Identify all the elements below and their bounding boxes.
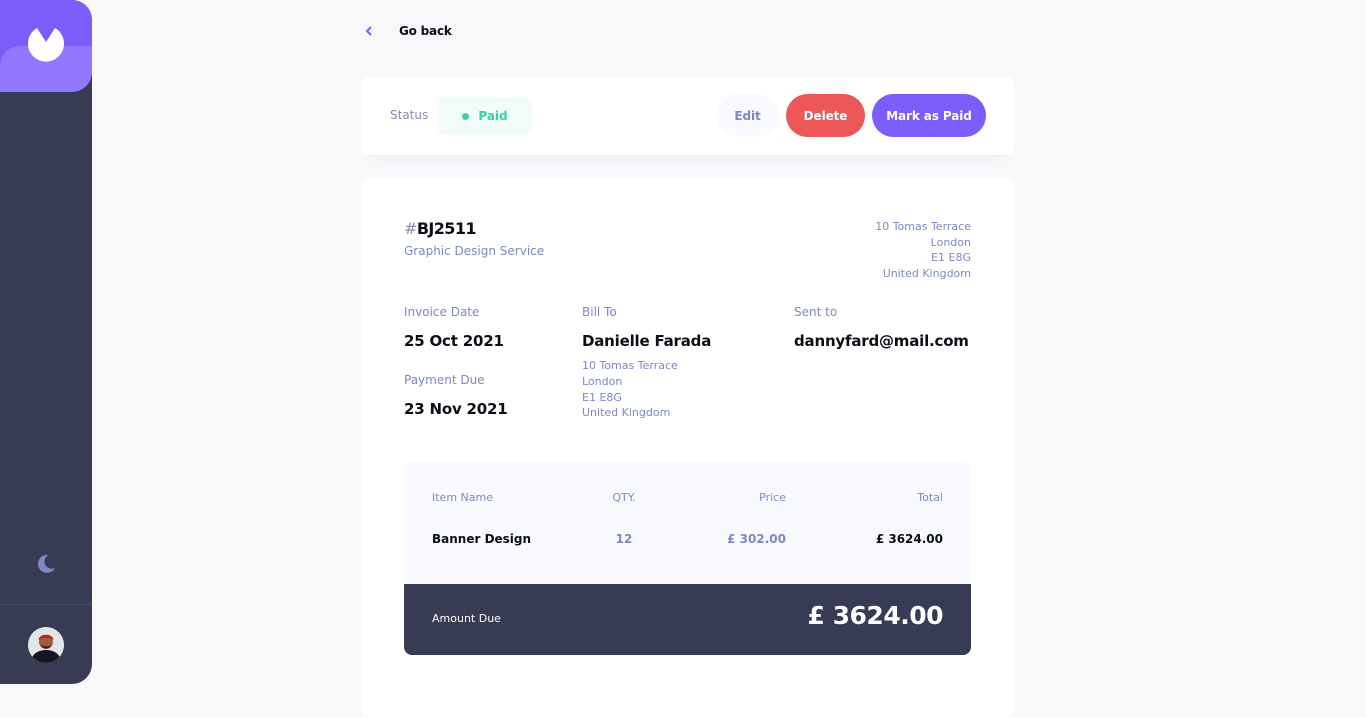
logo-icon: [28, 28, 64, 62]
header-price: Price: [759, 491, 786, 504]
invoice-card: #BJ2511 Graphic Design Service 10 Tomas …: [361, 177, 1014, 717]
item-price: £ 302.00: [727, 532, 786, 546]
mark-as-paid-button[interactable]: Mark as Paid: [872, 94, 986, 137]
invoice-date: 25 Oct 2021: [404, 332, 504, 350]
logo[interactable]: [0, 0, 92, 92]
item-total: £ 3624.00: [875, 532, 943, 546]
invoice-id: #BJ2511: [404, 219, 477, 238]
header-total: Total: [917, 491, 943, 504]
amount-due-value: £ 3624.00: [807, 601, 944, 630]
invoice-date-label: Invoice Date: [404, 305, 480, 319]
edit-button[interactable]: Edit: [716, 94, 779, 137]
amount-due-bar: Amount Due £ 3624.00: [404, 584, 971, 655]
status-label: Status: [390, 108, 429, 122]
header-item-name: Item Name: [432, 491, 493, 504]
delete-button[interactable]: Delete: [786, 94, 865, 137]
bill-to-label: Bill To: [582, 305, 617, 319]
client-email: dannyfard@mail.com: [794, 332, 969, 350]
invoice-description: Graphic Design Service: [404, 244, 545, 258]
sender-address: 10 Tomas Terrace London E1 E8G United Ki…: [875, 220, 971, 281]
header-qty: QTY.: [612, 491, 636, 504]
sent-to-label: Sent to: [794, 305, 838, 319]
client-name: Danielle Farada: [582, 332, 712, 350]
items-table: Item Name QTY. Price Total Banner Design…: [404, 462, 971, 655]
chevron-left-icon: [365, 25, 375, 37]
status-dot-icon: [462, 112, 470, 120]
go-back-link[interactable]: Go back: [365, 24, 452, 38]
payment-due-label: Payment Due: [404, 373, 485, 387]
moon-icon[interactable]: [36, 554, 56, 578]
item-qty: 12: [615, 532, 633, 546]
payment-due: 23 Nov 2021: [404, 400, 508, 418]
status-bar: Status Paid Edit Delete Mark as Paid: [361, 77, 1014, 155]
go-back-label: Go back: [399, 24, 452, 38]
status-badge: Paid: [438, 98, 532, 134]
status-value: Paid: [478, 109, 508, 123]
user-avatar[interactable]: [28, 627, 64, 663]
item-name: Banner Design: [432, 532, 532, 546]
sidebar: [0, 0, 92, 684]
sidebar-divider: [0, 604, 92, 605]
amount-due-label: Amount Due: [432, 612, 501, 625]
client-address: 10 Tomas Terrace London E1 E8G United Ki…: [582, 359, 678, 420]
